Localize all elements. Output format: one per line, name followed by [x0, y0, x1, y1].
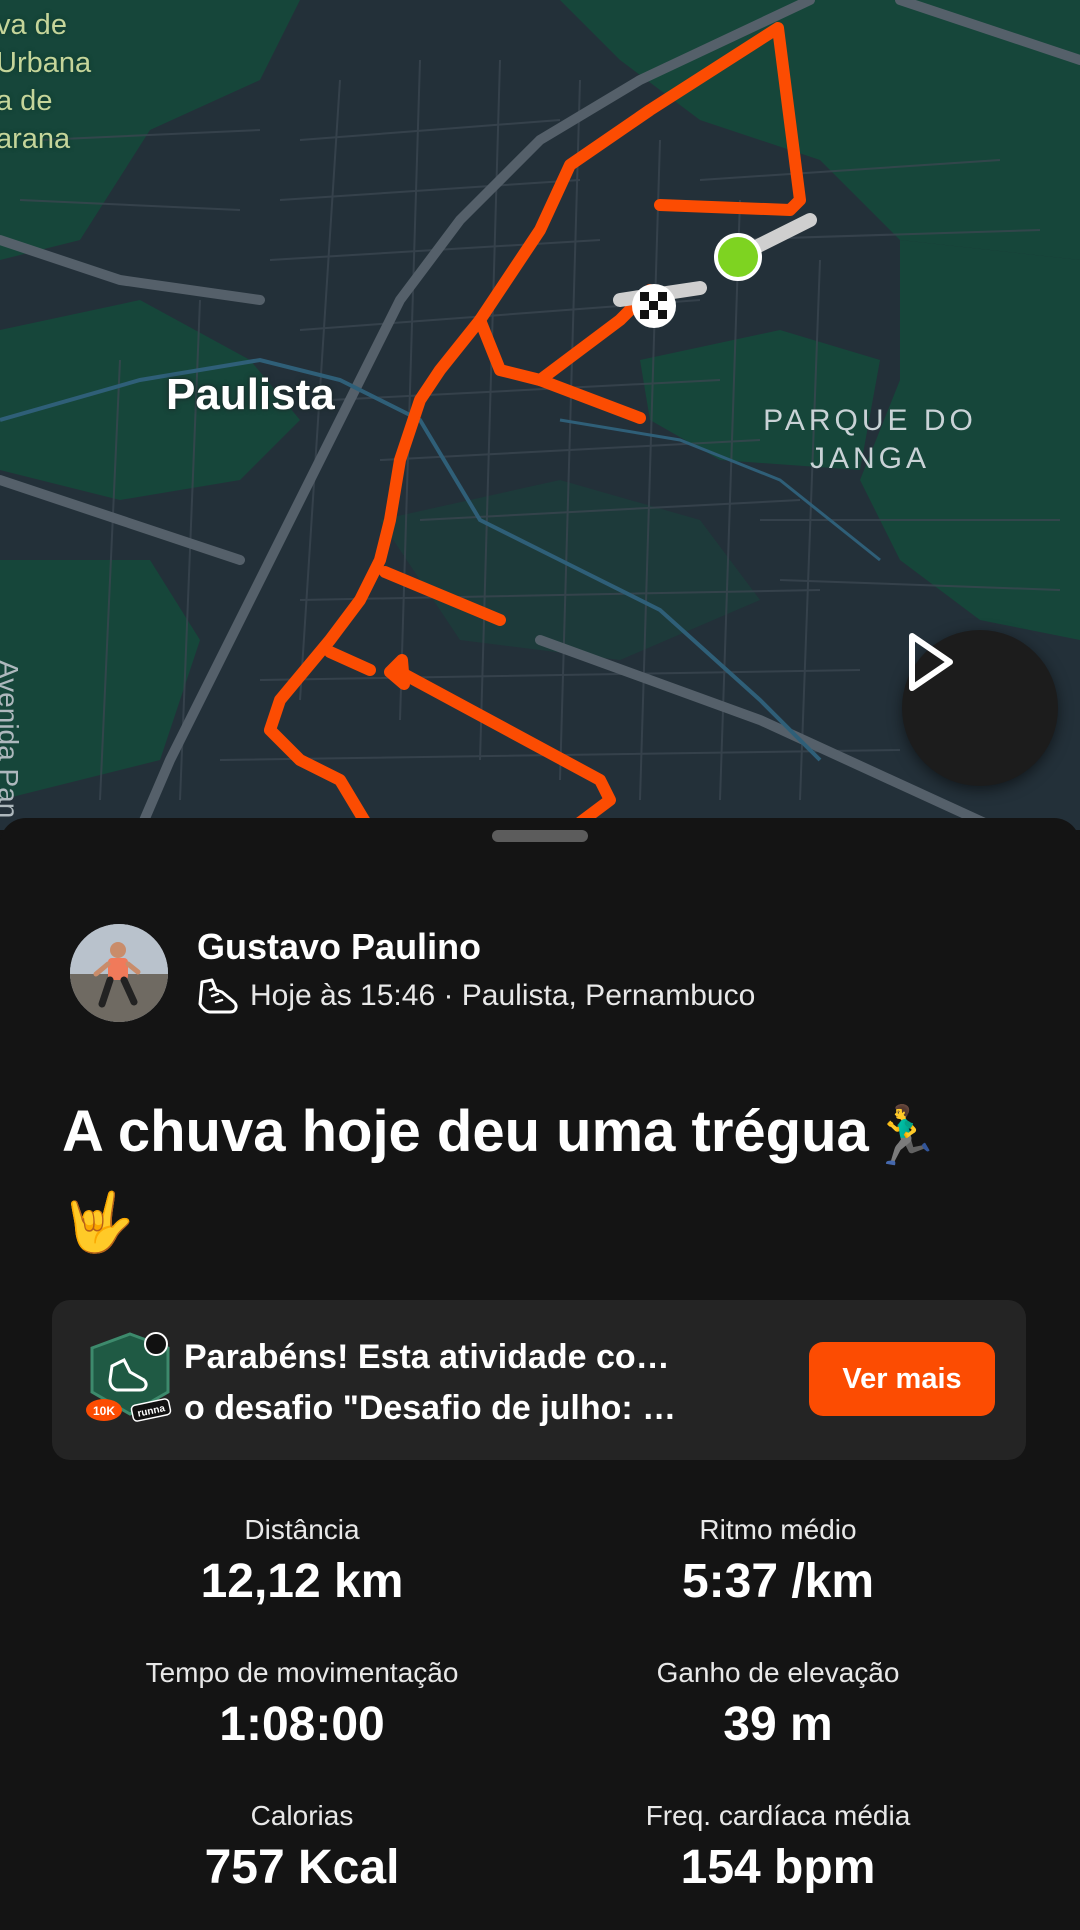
stat-moving-time: Tempo de movimentação 1:08:00: [145, 1657, 459, 1751]
stat-avg-heart-rate: Freq. cardíaca média 154 bpm: [645, 1800, 911, 1894]
running-shoe-icon: [198, 978, 238, 1014]
stat-calories: Calorias 757 Kcal: [204, 1800, 400, 1894]
play-flyover-button[interactable]: [902, 630, 1058, 786]
athlete-photo: [70, 924, 168, 1022]
city-label: Paulista: [166, 370, 335, 419]
activity-title-text: A chuva hoje deu uma trégua: [62, 1099, 869, 1164]
rock-hand-emoji: 🤟: [62, 1190, 135, 1256]
activity-title: A chuva hoje deu uma trégua🏃‍♂️ 🤟: [62, 1090, 1022, 1265]
neighborhood-label: PARQUE DO JANGA: [763, 404, 977, 475]
start-marker: [714, 233, 762, 281]
route-map[interactable]: va de Urbana a de arana Paulista PARQUE …: [0, 0, 1080, 830]
challenge-message: Parabéns! Esta atividade concluiu o desa…: [184, 1338, 684, 1427]
play-icon: [909, 633, 953, 691]
activity-details-sheet: Gustavo Paulino Hoje às 15:46 · Paulista…: [0, 818, 1080, 1930]
finish-marker: [632, 284, 676, 328]
runner-emoji: 🏃‍♂️: [868, 1102, 942, 1168]
svg-text:10K: 10K: [93, 1404, 115, 1418]
challenge-badge-icon: 10K runna: [86, 1332, 172, 1422]
reserve-area-label: va de Urbana a de arana: [0, 9, 92, 155]
see-more-button[interactable]: Ver mais: [809, 1342, 995, 1416]
stat-elevation-gain: Ganho de elevação 39 m: [656, 1657, 900, 1751]
stat-avg-pace: Ritmo médio 5:37 /km: [681, 1514, 875, 1608]
athlete-avatar[interactable]: [70, 924, 168, 1022]
athlete-name[interactable]: Gustavo Paulino: [197, 926, 481, 968]
avenue-label: Avenida Pan: [0, 660, 24, 819]
activity-meta: Hoje às 15:46 · Paulista, Pernambuco: [196, 976, 755, 1016]
activity-time-location: Hoje às 15:46 · Paulista, Pernambuco: [250, 979, 756, 1012]
sheet-drag-handle[interactable]: [492, 830, 588, 842]
challenge-completed-card[interactable]: 10K runna Parabéns! Esta atividade concl…: [52, 1300, 1026, 1460]
stat-distance: Distância 12,12 km: [200, 1514, 404, 1608]
